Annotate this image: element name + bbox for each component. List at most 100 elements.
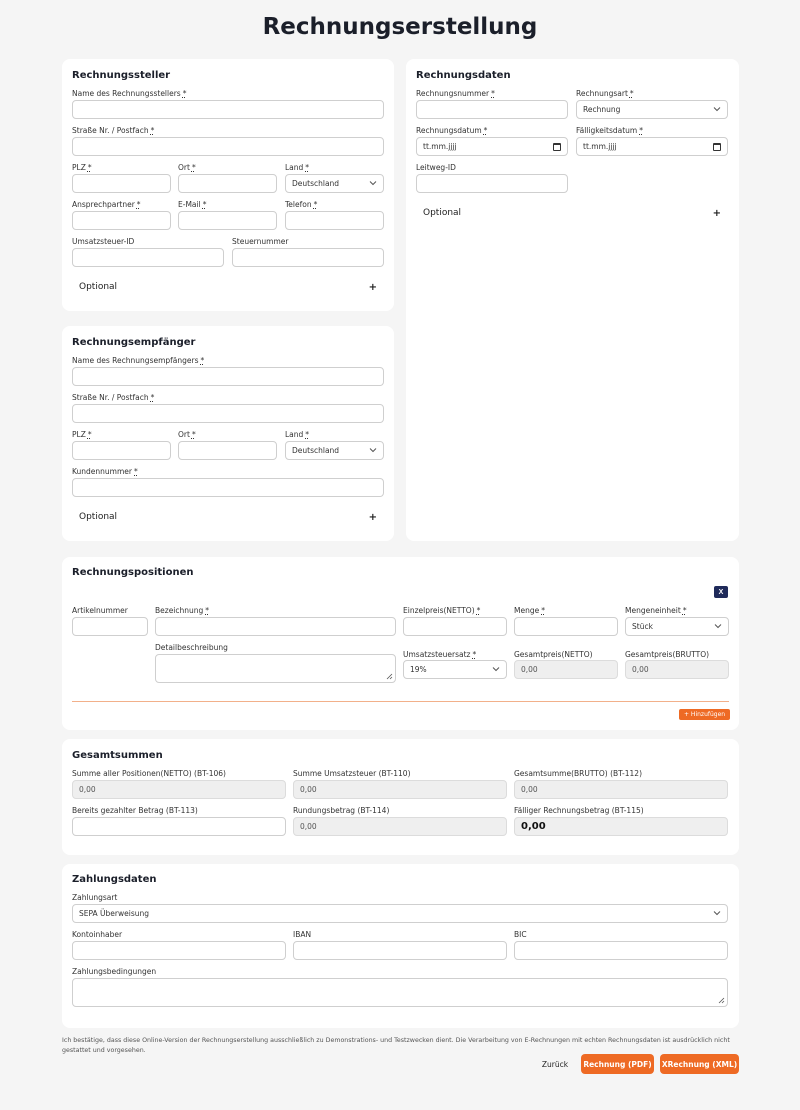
sum-gross-label: Gesamtsumme(BRUTTO) (BT-112) bbox=[514, 769, 642, 778]
description-input[interactable] bbox=[155, 617, 396, 636]
seller-vat-input[interactable] bbox=[72, 248, 224, 267]
net-total-label: Gesamtpreis(NETTO) bbox=[514, 650, 593, 659]
seller-contact-input[interactable] bbox=[72, 211, 171, 230]
description-label: Bezeichnung * bbox=[155, 606, 210, 615]
recipient-country-select[interactable]: Deutschland bbox=[285, 441, 384, 460]
sum-net-field: 0,00 bbox=[72, 780, 286, 799]
gross-total-field: 0,00 bbox=[625, 660, 729, 679]
recipient-country-label: Land * bbox=[285, 430, 310, 439]
recipient-customer-input[interactable] bbox=[72, 478, 384, 497]
seller-street-input[interactable] bbox=[72, 137, 384, 156]
seller-tax-input[interactable] bbox=[232, 248, 384, 267]
chevron-down-icon bbox=[369, 448, 377, 453]
payment-method-select[interactable]: SEPA Überweisung bbox=[72, 904, 728, 923]
quantity-label: Menge * bbox=[514, 606, 545, 615]
resize-grip-icon[interactable] bbox=[386, 673, 393, 680]
invoice-due-label: Fälligkeitsdatum * bbox=[576, 126, 643, 135]
sum-net-label: Summe aller Positionen(NETTO) (BT-106) bbox=[72, 769, 226, 778]
rounding-field: 0,00 bbox=[293, 817, 507, 836]
vat-rate-select[interactable]: 19% bbox=[403, 660, 507, 679]
plus-icon: + bbox=[368, 281, 377, 293]
calendar-icon[interactable] bbox=[713, 143, 721, 151]
unit-select[interactable]: Stück bbox=[625, 617, 729, 636]
recipient-zip-input[interactable] bbox=[72, 441, 171, 460]
recipient-street-input[interactable] bbox=[72, 404, 384, 423]
seller-phone-input[interactable] bbox=[285, 211, 384, 230]
article-number-input[interactable] bbox=[72, 617, 148, 636]
due-amount-field: 0,00 bbox=[514, 817, 728, 836]
detail-description-textarea[interactable] bbox=[155, 654, 396, 683]
gross-total-label: Gesamtpreis(BRUTTO) bbox=[625, 650, 710, 659]
recipient-optional-toggle[interactable]: Optional + bbox=[79, 507, 377, 527]
invoice-date-input[interactable]: tt.mm.jjjj bbox=[416, 137, 568, 156]
seller-email-input[interactable] bbox=[178, 211, 277, 230]
account-holder-label: Kontoinhaber bbox=[72, 930, 123, 939]
seller-phone-label: Telefon * bbox=[285, 200, 318, 209]
bic-label: BIC bbox=[514, 930, 527, 939]
totals-title: Gesamtsummen bbox=[72, 750, 163, 761]
seller-country-select[interactable]: Deutschland bbox=[285, 174, 384, 193]
iban-input[interactable] bbox=[293, 941, 507, 960]
positions-title: Rechnungspositionen bbox=[72, 567, 194, 578]
sum-vat-label: Summe Umsatzsteuer (BT-110) bbox=[293, 769, 411, 778]
due-amount-label: Fälliger Rechnungsbetrag (BT-115) bbox=[514, 806, 644, 815]
seller-city-input[interactable] bbox=[178, 174, 277, 193]
payment-title: Zahlungsdaten bbox=[72, 874, 157, 885]
chevron-down-icon bbox=[713, 107, 721, 112]
vat-rate-label: Umsatzsteuersatz * bbox=[403, 650, 477, 659]
recipient-name-label: Name des Rechnungsempfängers * bbox=[72, 356, 205, 365]
add-position-button[interactable]: + Hinzufügen bbox=[679, 709, 731, 720]
chevron-down-icon bbox=[492, 667, 500, 672]
paid-amount-label: Bereits gezahlter Betrag (BT-113) bbox=[72, 806, 198, 815]
recipient-name-input[interactable] bbox=[72, 367, 384, 386]
invoice-number-input[interactable] bbox=[416, 100, 568, 119]
invoice-leitweg-label: Leitweg-ID bbox=[416, 163, 456, 172]
seller-zip-input[interactable] bbox=[72, 174, 171, 193]
sum-vat-field: 0,00 bbox=[293, 780, 507, 799]
paid-amount-input[interactable] bbox=[72, 817, 286, 836]
rounding-label: Rundungsbetrag (BT-114) bbox=[293, 806, 390, 815]
recipient-street-label: Straße Nr. / Postfach * bbox=[72, 393, 155, 402]
payment-terms-label: Zahlungsbedingungen bbox=[72, 967, 157, 976]
calendar-icon[interactable] bbox=[553, 143, 561, 151]
seller-city-label: Ort * bbox=[178, 163, 196, 172]
seller-name-input[interactable] bbox=[72, 100, 384, 119]
chevron-down-icon bbox=[369, 181, 377, 186]
article-number-label: Artikelnummer bbox=[72, 606, 128, 615]
recipient-city-label: Ort * bbox=[178, 430, 196, 439]
resize-grip-icon[interactable] bbox=[718, 997, 725, 1004]
page-title: Rechnungserstellung bbox=[262, 14, 538, 40]
invoice-due-input[interactable]: tt.mm.jjjj bbox=[576, 137, 728, 156]
remove-position-button[interactable]: X bbox=[714, 586, 728, 598]
seller-vat-label: Umsatzsteuer-ID bbox=[72, 237, 135, 246]
plus-icon: + bbox=[712, 207, 721, 219]
quantity-input[interactable] bbox=[514, 617, 618, 636]
sum-gross-field: 0,00 bbox=[514, 780, 728, 799]
recipient-title: Rechnungsempfänger bbox=[72, 337, 196, 348]
seller-optional-toggle[interactable]: Optional + bbox=[79, 277, 377, 297]
invoice-type-select[interactable]: Rechnung bbox=[576, 100, 728, 119]
disclaimer-text: Ich bestätige, dass diese Online-Version… bbox=[62, 1037, 730, 1054]
payment-terms-textarea[interactable] bbox=[72, 978, 728, 1007]
pdf-button[interactable]: Rechnung (PDF) bbox=[581, 1054, 654, 1074]
detail-description-label: Detailbeschreibung bbox=[155, 643, 228, 652]
invoice-optional-toggle[interactable]: Optional + bbox=[423, 203, 721, 223]
seller-name-label: Name des Rechnungsstellers * bbox=[72, 89, 187, 98]
positions-divider bbox=[72, 701, 729, 702]
unit-label: Mengeneinheit * bbox=[625, 606, 687, 615]
bic-input[interactable] bbox=[514, 941, 728, 960]
back-button[interactable]: Zurück bbox=[536, 1054, 574, 1074]
chevron-down-icon bbox=[714, 624, 722, 629]
seller-title: Rechnungssteller bbox=[72, 70, 171, 81]
invoice-type-label: Rechnungsart * bbox=[576, 89, 634, 98]
account-holder-input[interactable] bbox=[72, 941, 286, 960]
recipient-city-input[interactable] bbox=[178, 441, 277, 460]
unit-price-input[interactable] bbox=[403, 617, 507, 636]
seller-country-label: Land * bbox=[285, 163, 310, 172]
unit-price-label: Einzelpreis(NETTO) * bbox=[403, 606, 481, 615]
xml-button[interactable]: XRechnung (XML) bbox=[660, 1054, 739, 1074]
invoice-title: Rechnungsdaten bbox=[416, 70, 511, 81]
plus-icon: + bbox=[368, 511, 377, 523]
invoice-number-label: Rechnungsnummer * bbox=[416, 89, 495, 98]
invoice-leitweg-input[interactable] bbox=[416, 174, 568, 193]
